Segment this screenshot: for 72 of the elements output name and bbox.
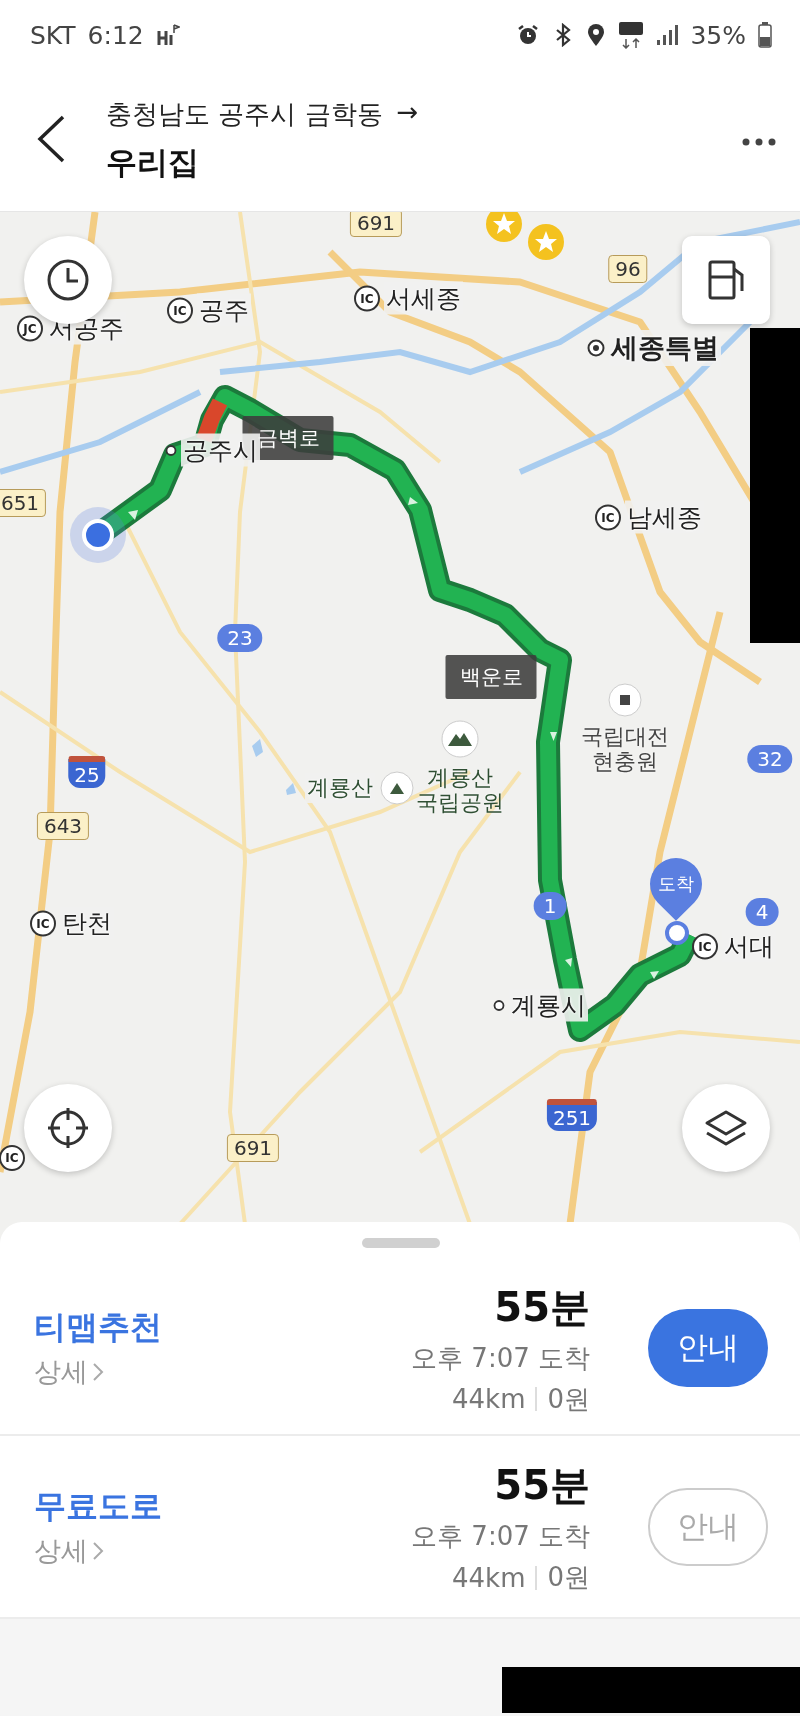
road-number-sign: 1: [533, 892, 567, 920]
destination-name: 우리집: [106, 143, 200, 182]
toll-fare: 0원: [547, 1382, 590, 1416]
pond-drawing: [250, 738, 264, 758]
toll-fare: 0원: [547, 1561, 590, 1594]
road-number-sign: 691: [226, 1134, 280, 1162]
place-label: 계룡산 국립공원: [415, 765, 505, 816]
chevron-icon: [92, 1540, 104, 1561]
drag-handle[interactable]: [362, 1238, 440, 1248]
battery-percentage: 35%: [690, 20, 746, 50]
chevron-icon: [92, 1362, 104, 1382]
battery-icon: [758, 22, 772, 48]
current-location-icon: [68, 505, 128, 565]
signal-icon: [656, 24, 679, 46]
distance-text: 44km: [452, 1384, 526, 1414]
interchange-badge: IC: [0, 1145, 25, 1171]
arrival-time: 오후 7:07 도착: [411, 1520, 590, 1553]
back-icon[interactable]: [36, 114, 66, 163]
road-name-label: 백운로: [445, 655, 537, 699]
town-dot-icon: [493, 999, 505, 1011]
road-number-sign: 32: [747, 745, 793, 773]
interchange-badge: IC: [692, 933, 718, 959]
city-dot-icon: [587, 339, 605, 357]
road-number-sign: 4: [745, 898, 779, 926]
road-number-sign: 25: [68, 756, 106, 788]
travel-time: 55분: [494, 1461, 590, 1510]
route-name: 무료도로: [34, 1485, 162, 1527]
clock-time: 6:12: [87, 20, 144, 50]
road-number-sign: 251: [546, 1099, 598, 1131]
route-name: 티맵추천: [34, 1307, 162, 1348]
town-dot-icon: [165, 444, 177, 456]
road-number-sign: 643: [36, 812, 90, 840]
travel-time: 55분: [494, 1282, 590, 1332]
hd-voice-icon: [155, 23, 180, 47]
poi-marker-icon: [607, 682, 643, 718]
interchange-badge: IC: [354, 285, 380, 311]
pond-drawing: [285, 782, 297, 796]
carrier-name: SKT: [30, 20, 76, 50]
map-layers-icon: [704, 1108, 748, 1148]
history-icon: [46, 258, 90, 302]
interchange-badge: IC: [167, 297, 193, 323]
distance-text: 44km: [452, 1562, 526, 1593]
destination-point-icon: [664, 920, 690, 946]
route-detail-link[interactable]: 상세: [34, 1354, 162, 1390]
place-label: 남세종: [625, 500, 704, 534]
guide-button[interactable]: 안내: [648, 1487, 768, 1566]
origin-address: 충청남도 공주시 금학동: [106, 98, 383, 131]
gas-station-button[interactable]: [682, 236, 770, 324]
location-icon: [586, 23, 607, 47]
mountain-icon: [440, 719, 480, 759]
my-location-button[interactable]: [24, 1084, 112, 1172]
interchange-badge: IC: [595, 504, 621, 530]
route-option[interactable]: 티맵추천 상세 55분 오후 7:07 도착 44km 0원 안내: [0, 1262, 800, 1436]
more-icon[interactable]: [742, 138, 776, 146]
route-detail-link[interactable]: 상세: [34, 1532, 162, 1569]
map-layers-button[interactable]: [682, 1084, 770, 1172]
interchange-badge: JC: [17, 315, 43, 341]
road-number-sign: 23: [217, 624, 263, 652]
5g-network-icon: [618, 21, 645, 49]
arrival-time: 오후 7:07 도착: [411, 1341, 590, 1375]
arrow-text: →: [396, 97, 419, 129]
road-number-sign: 96: [608, 255, 648, 283]
road-number-sign: 691: [349, 212, 403, 237]
my-location-icon: [46, 1106, 90, 1150]
mountain-peak-icon: [379, 770, 415, 806]
place-label: 세종특별: [609, 330, 721, 366]
place-label: 국립대전 현충원: [580, 724, 670, 775]
gas-station-icon: [707, 259, 745, 301]
place-label: 계룡시: [509, 988, 588, 1022]
guide-button[interactable]: 안내: [648, 1309, 768, 1387]
interchange-badge: IC: [30, 910, 56, 936]
road-number-sign: 651: [0, 489, 47, 517]
